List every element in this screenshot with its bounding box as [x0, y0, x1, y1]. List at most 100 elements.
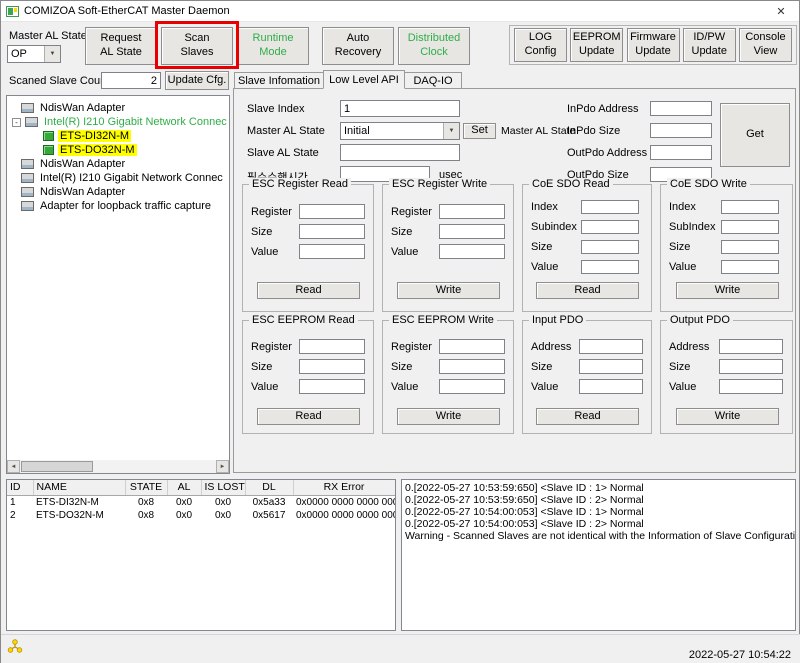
tree-horizontal-scrollbar[interactable]: ◄ ►	[7, 460, 229, 473]
subindex-input[interactable]	[581, 220, 639, 234]
read-button[interactable]: Read	[536, 408, 639, 425]
get-button[interactable]: Get	[720, 103, 790, 167]
firmware-update-button[interactable]: Firmware Update	[627, 28, 680, 62]
table-row[interactable]: 2 ETS-DO32N-M 0x8 0x0 0x0 0x5617 0x0000 …	[7, 509, 395, 522]
tree-item-intel-adapter2[interactable]: Intel(R) I210 Gigabit Network Connec	[7, 171, 229, 185]
master-al-state-select[interactable]: Initial ▼	[340, 122, 460, 140]
register-input[interactable]	[299, 204, 365, 219]
field-label: Register	[251, 206, 292, 218]
group-title: ESC Register Write	[389, 178, 490, 190]
tab-daq-io[interactable]: DAQ-IO	[404, 72, 462, 89]
table-row[interactable]: 1 ETS-DI32N-M 0x8 0x0 0x0 0x5a33 0x0000 …	[7, 495, 395, 509]
size-input[interactable]	[299, 359, 365, 374]
tree-item-slave-di32n[interactable]: ETS-DI32N-M	[7, 129, 229, 143]
scroll-right-icon[interactable]: ►	[216, 460, 229, 473]
cell: ETS-DO32N-M	[33, 509, 125, 522]
col-header-al[interactable]: AL	[167, 480, 201, 495]
outpdo-address-input[interactable]	[650, 145, 712, 160]
eeprom-update-button[interactable]: EEPROM Update	[570, 28, 623, 62]
col-header-rxerror[interactable]: RX Error	[293, 480, 395, 495]
tree-item-slave-do32n[interactable]: ETS-DO32N-M	[7, 143, 229, 157]
scrollbar-thumb[interactable]	[21, 461, 93, 472]
col-header-state[interactable]: STATE	[125, 480, 167, 495]
write-button[interactable]: Write	[397, 408, 500, 425]
log-output[interactable]: 0.[2022-05-27 10:53:59:650] <Slave ID : …	[401, 479, 796, 631]
read-button[interactable]: Read	[257, 408, 360, 425]
write-button[interactable]: Write	[676, 282, 779, 299]
register-input[interactable]	[439, 204, 505, 219]
write-button[interactable]: Write	[397, 282, 500, 299]
col-header-id[interactable]: ID	[7, 480, 33, 495]
size-input[interactable]	[719, 359, 783, 374]
size-input[interactable]	[439, 224, 505, 239]
tab-low-level-api[interactable]: Low Level API	[323, 70, 405, 89]
runtime-mode-button[interactable]: Runtime Mode	[237, 27, 309, 65]
scroll-left-icon[interactable]: ◄	[7, 460, 20, 473]
value-input[interactable]	[721, 260, 779, 274]
auto-recovery-button[interactable]: Auto Recovery	[322, 27, 394, 65]
size-input[interactable]	[581, 240, 639, 254]
tab-label: DAQ-IO	[413, 75, 452, 87]
inpdo-address-input[interactable]	[650, 101, 712, 116]
value-input[interactable]	[299, 379, 365, 394]
index-input[interactable]	[581, 200, 639, 214]
slave-al-state-input[interactable]	[340, 144, 460, 161]
col-header-name[interactable]: NAME	[33, 480, 125, 495]
idpw-update-button[interactable]: ID/PW Update	[683, 28, 736, 62]
size-input[interactable]	[721, 240, 779, 254]
value-input[interactable]	[719, 379, 783, 394]
size-input[interactable]	[299, 224, 365, 239]
tree-item-intel-adapter[interactable]: - Intel(R) I210 Gigabit Network Connec	[7, 115, 229, 129]
close-icon[interactable]: ✕	[763, 1, 799, 21]
tree-item-adapter[interactable]: NdisWan Adapter	[7, 185, 229, 199]
cell: 0x0	[201, 495, 245, 509]
distributed-clock-button[interactable]: Distributed Clock	[398, 27, 470, 65]
console-view-button[interactable]: Console View	[739, 28, 792, 62]
tree-item-adapter[interactable]: NdisWan Adapter	[7, 101, 229, 115]
group-esc-eeprom-write: ESC EEPROM Write Register Size Value Wri…	[382, 320, 514, 434]
value-input[interactable]	[439, 244, 505, 259]
network-adapter-icon	[25, 117, 38, 127]
col-header-dl[interactable]: DL	[245, 480, 293, 495]
request-al-state-button[interactable]: Request AL State	[85, 27, 157, 65]
slave-status-table: ID NAME STATE AL IS LOST DL RX Error 1 E…	[6, 479, 396, 631]
value-input[interactable]	[581, 260, 639, 274]
field-label: Size	[669, 361, 690, 373]
network-adapter-icon	[21, 103, 34, 113]
update-cfg-button[interactable]: Update Cfg.	[165, 71, 229, 90]
address-input[interactable]	[719, 339, 783, 354]
cell: 1	[7, 495, 33, 509]
field-label: Size	[531, 361, 552, 373]
write-button[interactable]: Write	[676, 408, 779, 425]
col-header-islost[interactable]: IS LOST	[201, 480, 245, 495]
scan-slaves-button[interactable]: Scan Slaves	[161, 27, 233, 65]
log-config-button[interactable]: LOG Config	[514, 28, 567, 62]
index-input[interactable]	[721, 200, 779, 214]
tab-slave-information[interactable]: Slave Infomation	[234, 72, 324, 89]
collapse-icon[interactable]: -	[12, 118, 21, 127]
log-line: 0.[2022-05-27 10:54:00:053] <Slave ID : …	[405, 506, 792, 518]
chevron-down-icon[interactable]: ▼	[44, 46, 60, 62]
inpdo-size-input[interactable]	[650, 123, 712, 138]
tree-item-loopback-adapter[interactable]: Adapter for loopback traffic capture	[7, 199, 229, 213]
scaned-slave-count-input[interactable]	[101, 72, 161, 89]
status-bar: 2022-05-27 10:54:22	[1, 634, 800, 663]
size-input[interactable]	[439, 359, 505, 374]
value-input[interactable]	[439, 379, 505, 394]
tree-item-adapter[interactable]: NdisWan Adapter	[7, 157, 229, 171]
group-coe-sdo-read: CoE SDO Read Index Subindex Size Value R…	[522, 184, 652, 312]
log-line: 0.[2022-05-27 10:54:00:053] <Slave ID : …	[405, 518, 792, 530]
read-button[interactable]: Read	[536, 282, 639, 299]
register-input[interactable]	[299, 339, 365, 354]
master-al-state-toolbar-select[interactable]: OP ▼	[7, 45, 61, 63]
register-input[interactable]	[439, 339, 505, 354]
read-button[interactable]: Read	[257, 282, 360, 299]
value-input[interactable]	[299, 244, 365, 259]
size-input[interactable]	[579, 359, 643, 374]
chevron-down-icon[interactable]: ▼	[443, 123, 459, 139]
subindex-input[interactable]	[721, 220, 779, 234]
set-button[interactable]: Set	[463, 123, 496, 139]
value-input[interactable]	[579, 379, 643, 394]
address-input[interactable]	[579, 339, 643, 354]
slave-index-input[interactable]	[340, 100, 460, 117]
